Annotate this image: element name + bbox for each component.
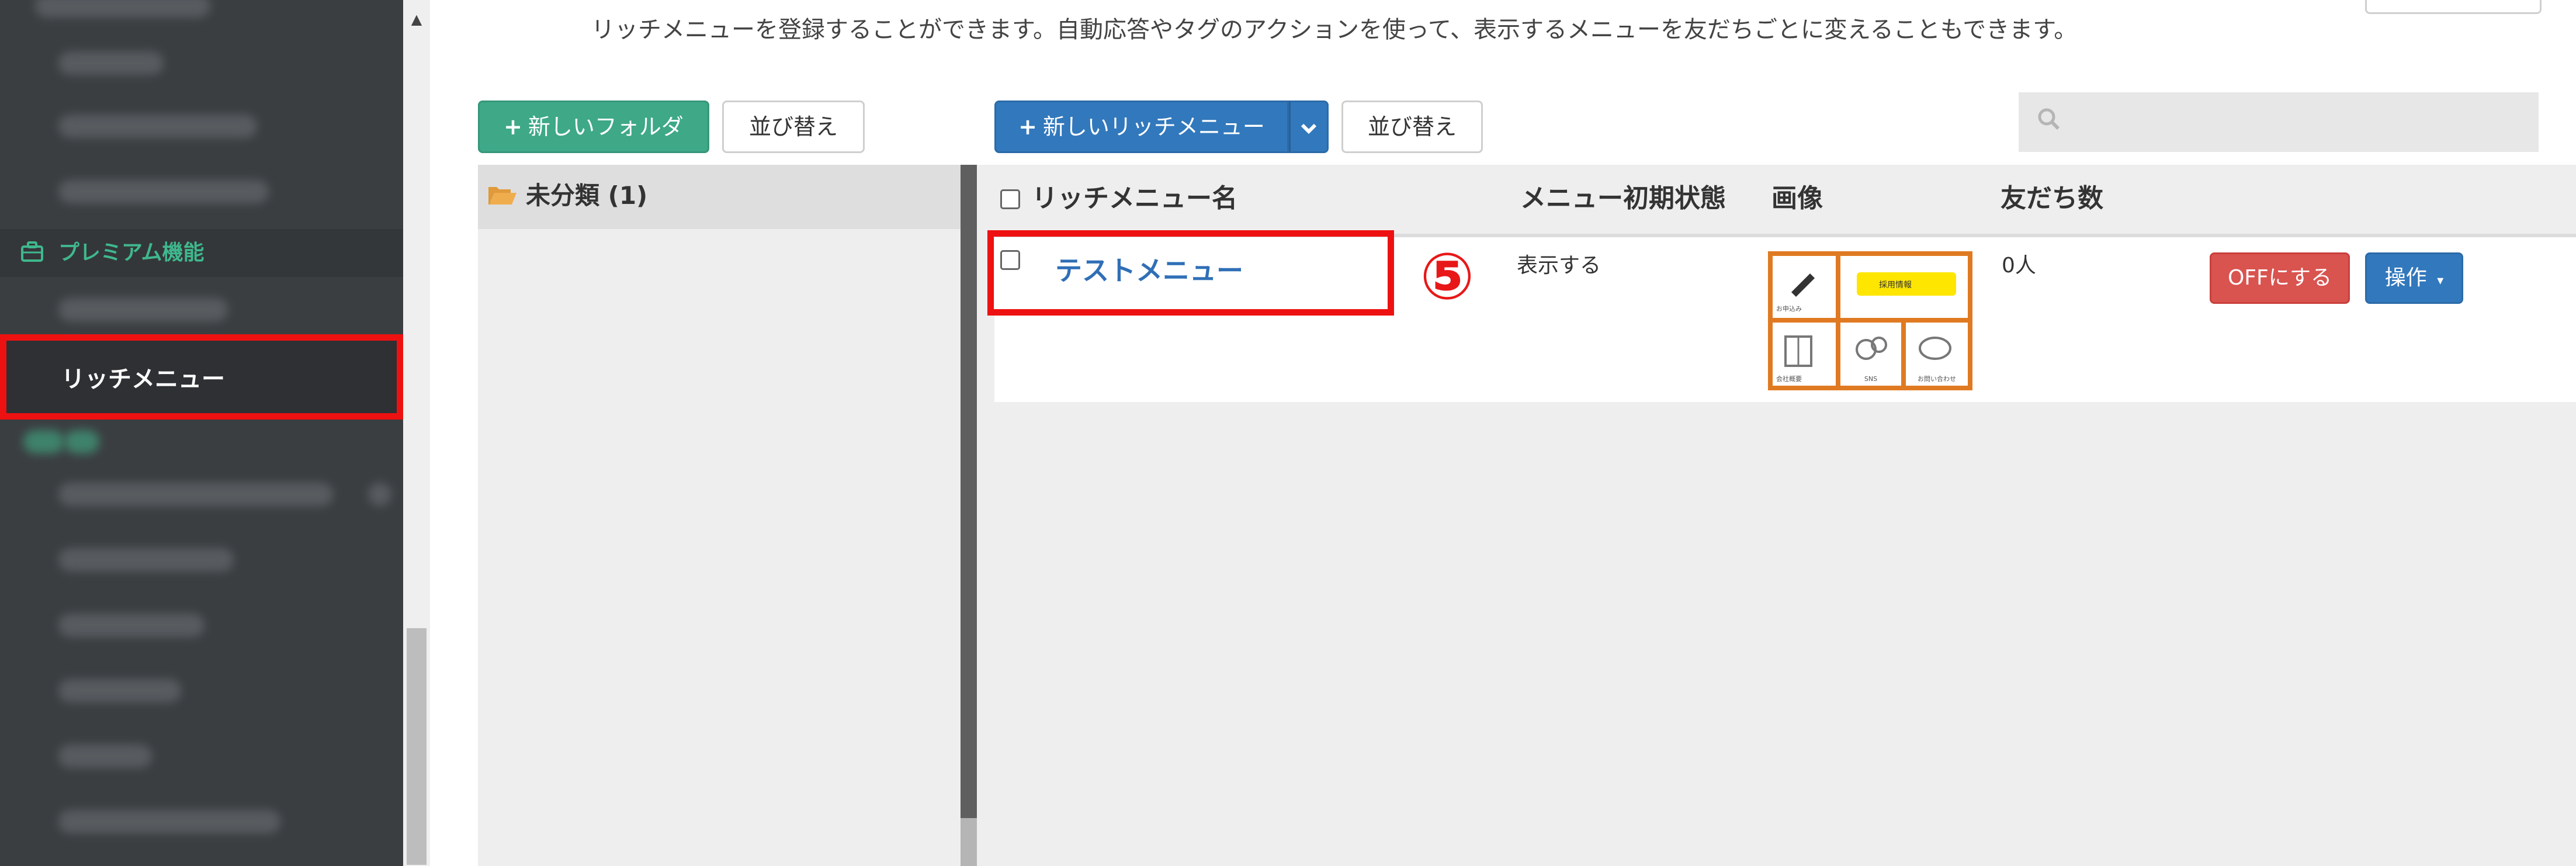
plus-icon: + bbox=[1018, 114, 1037, 140]
richmenu-name-link[interactable]: テストメニュー bbox=[1055, 254, 1243, 287]
step-number: ⑤ bbox=[1420, 239, 1475, 314]
chevron-down-icon bbox=[1300, 114, 1318, 140]
sidebar-item-blurred[interactable] bbox=[0, 159, 403, 224]
folder-item-unclassified[interactable]: 未分類 (1) bbox=[478, 165, 961, 229]
page-description: リッチメニューを登録することができます。自動応答やタグのアクションを使って、表示… bbox=[591, 16, 2078, 43]
blurred-label bbox=[58, 483, 333, 506]
richmenu-thumbnail[interactable]: お申込み 採用情報 会社概要 SNS お問い合わせ bbox=[1768, 251, 1972, 390]
scroll-up-arrow-icon[interactable]: ▲ bbox=[408, 11, 425, 28]
sidebar-section-label: プレミアム機能 bbox=[58, 241, 204, 265]
search-icon bbox=[2036, 106, 2062, 132]
new-richmenu-label: 新しいリッチメニュー bbox=[1042, 114, 1265, 140]
blurred-label bbox=[58, 115, 257, 138]
blurred-label bbox=[58, 810, 280, 833]
sidebar-item-blurred[interactable] bbox=[0, 462, 403, 527]
caret-down-icon: ▾ bbox=[2437, 273, 2444, 288]
new-richmenu-button[interactable]: + 新しいリッチメニュー bbox=[994, 101, 1289, 153]
blurred-label bbox=[368, 483, 391, 506]
sort-menus-label: 並び替え bbox=[1367, 114, 1457, 140]
sidebar: プレミアム機能 リッチメニュー bbox=[0, 0, 403, 866]
table-header: リッチメニュー名 メニュー初期状態 画像 友だち数 bbox=[994, 165, 2576, 237]
row-actions-label: 操作 bbox=[2384, 266, 2427, 290]
blurred-label bbox=[58, 51, 164, 75]
sidebar-item-richmenu[interactable]: リッチメニュー bbox=[0, 334, 403, 420]
panel-divider[interactable] bbox=[961, 165, 977, 866]
panel-divider-end bbox=[961, 818, 977, 866]
sidebar-item-blurred[interactable] bbox=[0, 527, 403, 593]
turn-off-label: OFFにする bbox=[2227, 266, 2332, 290]
new-richmenu-dropdown-toggle[interactable] bbox=[1289, 101, 1329, 153]
friends-count: 0人 bbox=[2002, 254, 2036, 278]
column-header-friends: 友だち数 bbox=[2001, 183, 2103, 213]
top-right-button[interactable] bbox=[2365, 0, 2542, 14]
blurred-label bbox=[58, 180, 269, 203]
sidebar-item-blurred[interactable] bbox=[0, 277, 403, 342]
column-header-name: リッチメニュー名 bbox=[1032, 183, 1237, 213]
turn-off-button[interactable]: OFFにする bbox=[2210, 252, 2350, 304]
thumb-label-recruit: 採用情報 bbox=[1879, 280, 1912, 290]
row-actions-button[interactable]: 操作 ▾ bbox=[2365, 252, 2463, 304]
column-header-image: 画像 bbox=[1771, 183, 1823, 213]
app-root: プレミアム機能 リッチメニュー ▲ リッチメニューを登録することができます。自動… bbox=[0, 0, 2576, 866]
sidebar-section-premium: プレミアム機能 bbox=[0, 229, 403, 277]
sidebar-scrollbar[interactable]: ▲ bbox=[403, 0, 430, 866]
thumb-label-apply: お申込み bbox=[1776, 305, 1802, 313]
sidebar-item-blurred[interactable] bbox=[0, 789, 403, 854]
blurred-label bbox=[58, 298, 228, 321]
sidebar-item-blurred[interactable] bbox=[0, 593, 403, 658]
initial-state-value: 表示する bbox=[1517, 254, 1601, 278]
thumb-label-contact: お問い合わせ bbox=[1918, 375, 1956, 383]
new-folder-button[interactable]: + 新しいフォルダ bbox=[478, 101, 709, 153]
sort-menus-button[interactable]: 並び替え bbox=[1341, 101, 1483, 153]
scrollbar-thumb[interactable] bbox=[407, 628, 427, 865]
blurred-label bbox=[58, 614, 204, 637]
briefcase-icon bbox=[20, 240, 44, 264]
sort-folders-label: 並び替え bbox=[748, 114, 838, 140]
sidebar-item-label: リッチメニュー bbox=[61, 366, 225, 393]
sidebar-item-blurred[interactable] bbox=[0, 658, 403, 723]
sidebar-item-blurred[interactable] bbox=[0, 93, 403, 159]
search-input[interactable] bbox=[2019, 92, 2539, 152]
blurred-label bbox=[58, 548, 234, 571]
folder-panel: 未分類 (1) bbox=[478, 165, 961, 866]
blurred-label bbox=[35, 0, 210, 18]
sidebar-item-blurred[interactable] bbox=[0, 30, 403, 96]
column-header-initial-state: メニュー初期状態 bbox=[1520, 183, 1726, 213]
blurred-label bbox=[23, 430, 64, 453]
thumb-label-company: 会社概要 bbox=[1776, 375, 1802, 383]
select-all-checkbox[interactable] bbox=[1000, 189, 1020, 209]
plus-icon: + bbox=[504, 114, 522, 140]
folder-open-icon bbox=[487, 185, 518, 207]
new-folder-label: 新しいフォルダ bbox=[528, 114, 684, 140]
thumb-label-sns: SNS bbox=[1864, 375, 1877, 383]
blurred-label bbox=[58, 679, 181, 702]
blurred-label bbox=[58, 744, 152, 768]
sidebar-item-blurred[interactable] bbox=[0, 723, 403, 789]
sort-folders-button[interactable]: 並び替え bbox=[722, 101, 865, 153]
blurred-label bbox=[64, 430, 99, 453]
folder-label: 未分類 (1) bbox=[526, 181, 648, 210]
